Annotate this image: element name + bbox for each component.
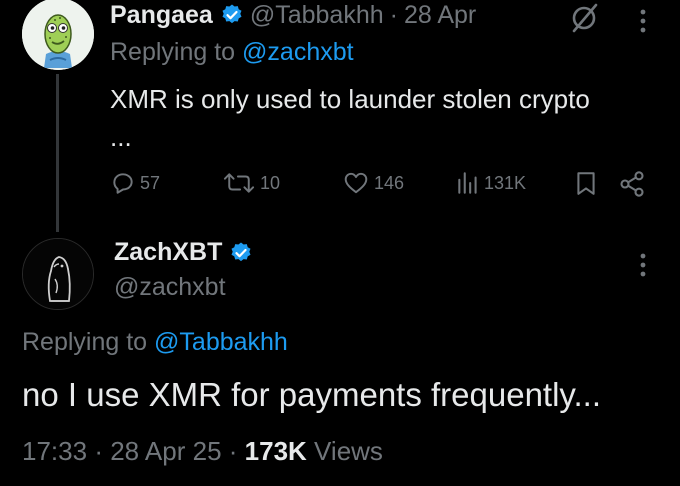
reply-author-name[interactable]: Pangaea bbox=[110, 1, 213, 30]
repost-button[interactable]: 10 bbox=[222, 170, 280, 196]
main-author-handle[interactable]: @zachxbt bbox=[114, 273, 226, 302]
heart-icon bbox=[344, 172, 368, 194]
reply-button[interactable]: 57 bbox=[110, 170, 160, 196]
thread-connector-line bbox=[56, 74, 59, 232]
more-vertical-icon[interactable] bbox=[635, 6, 651, 41]
views-bar-chart-icon bbox=[458, 172, 477, 194]
mention-link[interactable]: @Tabbakhh bbox=[154, 328, 288, 356]
replying-to-prefix: Replying to bbox=[22, 328, 155, 356]
replying-to-prefix: Replying to bbox=[110, 38, 243, 66]
repost-icon bbox=[223, 173, 255, 193]
reply-icon bbox=[113, 173, 133, 194]
more-vertical-icon[interactable] bbox=[635, 250, 651, 285]
share-button[interactable] bbox=[618, 170, 646, 198]
views-button[interactable]: 131K bbox=[456, 170, 526, 196]
reply-count: 57 bbox=[140, 172, 161, 193]
repost-count: 10 bbox=[260, 172, 281, 193]
reply-header: Pangaea @Tabbakhh · 28 Apr bbox=[110, 0, 476, 30]
separator-dot: · bbox=[389, 0, 398, 29]
bookmark-icon bbox=[577, 172, 595, 195]
main-author-row: ZachXBT bbox=[114, 238, 259, 267]
reply-date[interactable]: 28 Apr bbox=[404, 1, 476, 30]
reply-text: XMR is only used to launder stolen crypt… bbox=[110, 84, 590, 152]
main-tweet-meta: 17:33 · 28 Apr 25 · 173K Views bbox=[22, 436, 383, 467]
main-replying-to: Replying to @Tabbakhh bbox=[22, 328, 288, 357]
main-author-name[interactable]: ZachXBT bbox=[114, 238, 222, 267]
reply-replying-to: Replying to @zachxbt bbox=[110, 38, 354, 67]
like-count: 146 bbox=[374, 172, 405, 193]
tweet-views-count[interactable]: 173K bbox=[245, 436, 307, 466]
pangaea-avatar[interactable] bbox=[22, 0, 94, 70]
grok-slash-icon[interactable] bbox=[570, 2, 602, 39]
tweet-thread: Pangaea @Tabbakhh · 28 Apr Replying to @… bbox=[0, 0, 680, 486]
mention-link[interactable]: @zachxbt bbox=[242, 38, 354, 66]
main-tweet-text: no I use XMR for payments frequently... bbox=[22, 376, 601, 413]
tweet-views-label: Views bbox=[306, 436, 383, 466]
reply-author-handle[interactable]: @Tabbakhh bbox=[250, 1, 384, 30]
zachxbt-avatar[interactable] bbox=[22, 238, 94, 310]
share-icon bbox=[620, 171, 644, 197]
separator-dot: · bbox=[228, 436, 238, 466]
verified-badge-icon bbox=[220, 3, 244, 27]
like-button[interactable]: 146 bbox=[342, 170, 404, 196]
verified-badge-icon bbox=[229, 241, 253, 265]
tweet-time[interactable]: 17:33 bbox=[22, 436, 87, 466]
reply-action-bar: 57 10 146 131K bbox=[110, 170, 655, 200]
bookmark-button[interactable] bbox=[574, 170, 598, 196]
views-count: 131K bbox=[484, 172, 527, 193]
separator-dot: · bbox=[94, 436, 103, 466]
tweet-date[interactable]: 28 Apr 25 bbox=[110, 436, 221, 466]
